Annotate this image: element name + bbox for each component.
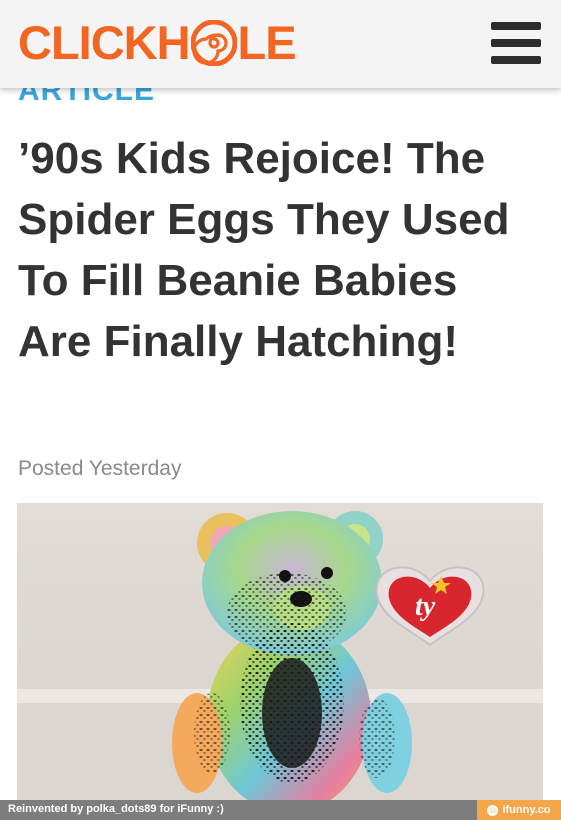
bottom-watermark-bar: Reinvented by polka_dots89 for iFunny :)… xyxy=(0,800,561,820)
hero-image[interactable]: ty xyxy=(17,503,543,800)
ifunny-badge[interactable]: ☺ ifunny.co xyxy=(477,800,561,820)
site-header: CLICKH LE xyxy=(0,0,561,88)
ifunny-smile-icon: ☺ xyxy=(487,804,499,816)
hamburger-menu-icon[interactable] xyxy=(491,22,541,64)
logo-text-prefix: CLICKH xyxy=(18,16,191,69)
posted-date: Posted Yesterday xyxy=(18,457,182,480)
clickhole-logo[interactable]: CLICKH LE xyxy=(18,16,297,69)
article-headline: ’90s Kids Rejoice! The Spider Eggs They … xyxy=(18,134,510,366)
ifunny-brand: ifunny.co xyxy=(502,804,551,816)
svg-text:ty: ty xyxy=(415,591,436,622)
spiral-logo-icon xyxy=(190,20,237,66)
credit-text: Reinvented by polka_dots89 for iFunny :) xyxy=(8,803,224,815)
logo-text-suffix: LE xyxy=(237,16,297,69)
beanie-bear-image: ty xyxy=(17,503,543,800)
